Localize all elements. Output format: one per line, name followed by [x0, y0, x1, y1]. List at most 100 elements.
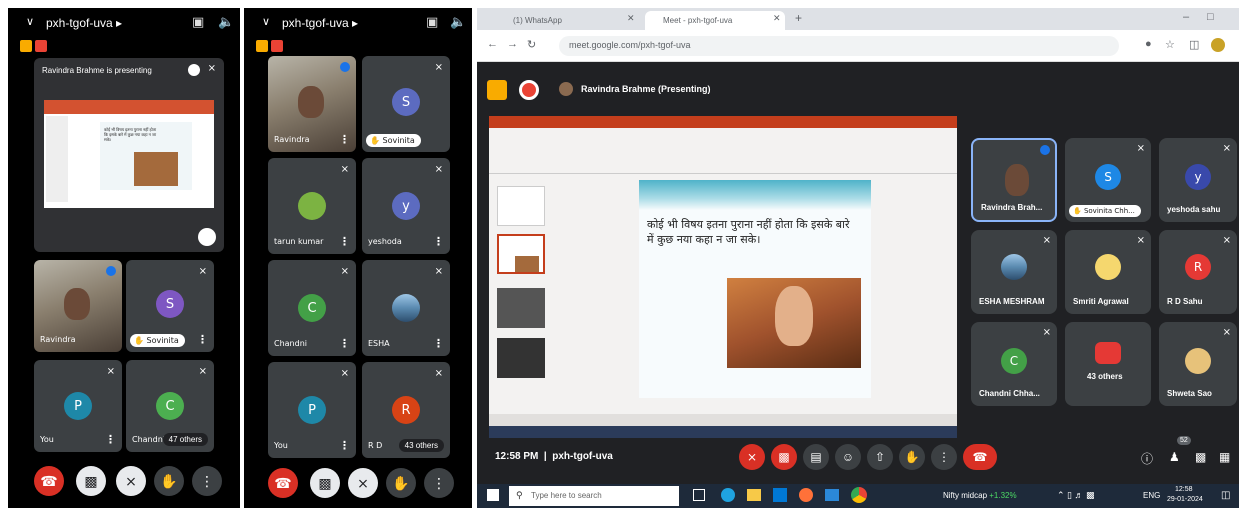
- participant-tile-yeshoda[interactable]: ⨯ y yeshoda sahu: [1159, 138, 1237, 222]
- more-options-icon[interactable]: ⋮: [433, 337, 444, 350]
- reload-icon[interactable]: ↻: [527, 38, 536, 51]
- clock-time[interactable]: 12:58: [1175, 486, 1193, 493]
- explorer-icon[interactable]: [747, 489, 761, 501]
- camera-flip-icon[interactable]: ▣: [426, 14, 438, 30]
- edge-icon[interactable]: [721, 488, 735, 502]
- participant-tile-yeshoda[interactable]: ⨯ y yeshoda ⋮: [362, 158, 450, 254]
- raise-hand-button[interactable]: ✋: [899, 444, 925, 470]
- participant-tile-sovinita[interactable]: ⨯ S ✋ Sovinita Chh...: [1065, 138, 1151, 222]
- thumb-slide[interactable]: [497, 338, 545, 378]
- mic-off-button[interactable]: ⨯: [348, 468, 378, 498]
- mic-off-button[interactable]: ⨯: [116, 466, 146, 496]
- more-options-icon[interactable]: ⋮: [105, 433, 116, 446]
- participant-tile-ravindra[interactable]: Ravindra Brah...: [971, 138, 1057, 222]
- presentation-tile[interactable]: Ravindra Brahme is presenting ⨯ कोई भी व…: [34, 58, 224, 252]
- more-options-button[interactable]: ⋮: [931, 444, 957, 470]
- participant-tile-shweta[interactable]: ⨯ Shweta Sao: [1159, 322, 1237, 406]
- participant-tile-rd-sahu[interactable]: ⨯ R R D Sahu: [1159, 230, 1237, 314]
- clock-date[interactable]: 29-01-2024: [1167, 496, 1203, 503]
- tray-icons[interactable]: ⌃ ▯ ♬ ▩: [1057, 490, 1095, 501]
- end-call-button[interactable]: ☎: [34, 466, 64, 496]
- mic-off-button[interactable]: ⨯: [739, 444, 765, 470]
- camera-flip-icon[interactable]: ▣: [192, 14, 204, 30]
- participant-tile-sovinita[interactable]: ⨯ S ✋ Sovinita: [362, 56, 450, 152]
- meeting-code[interactable]: pxh-tgof-uva ▸: [282, 16, 358, 30]
- mic-permission-icon[interactable]: ●: [1145, 38, 1152, 50]
- sidebar-icon[interactable]: ◫: [1189, 38, 1199, 51]
- camera-off-button[interactable]: ▩: [771, 444, 797, 470]
- chevron-down-icon[interactable]: ∨: [262, 15, 270, 28]
- windows-start-icon[interactable]: [487, 489, 499, 501]
- stock-ticker[interactable]: Nifty midcap +1.32%: [943, 491, 1017, 500]
- more-options-button[interactable]: ⋮: [424, 468, 454, 498]
- camera-off-button[interactable]: ▩: [76, 466, 106, 496]
- more-options-button[interactable]: ⋮: [192, 466, 222, 496]
- record-badge-icon[interactable]: [519, 80, 539, 100]
- participant-tile-esha[interactable]: ⨯ ESHA MESHRAM: [971, 230, 1057, 314]
- captions-button[interactable]: ▤: [803, 444, 829, 470]
- raise-hand-button[interactable]: ✋: [386, 468, 416, 498]
- present-button[interactable]: ⇧: [867, 444, 893, 470]
- others-count[interactable]: 43 others: [398, 439, 444, 452]
- browser-tab-meet[interactable]: Meet - pxh-tgof-uva: [645, 11, 785, 30]
- task-view-icon[interactable]: [693, 489, 705, 501]
- back-icon[interactable]: ←: [487, 38, 498, 50]
- thumb-slide[interactable]: [497, 288, 545, 328]
- participant-tile-esha[interactable]: ⨯ ESHA ⋮: [362, 260, 450, 356]
- notifications-icon[interactable]: ◫: [1221, 490, 1230, 501]
- speaker-icon[interactable]: 🔈: [218, 14, 234, 30]
- browser-tab-whatsapp[interactable]: (1) WhatsApp: [495, 11, 643, 30]
- new-tab-icon[interactable]: +: [795, 11, 802, 25]
- pin-icon[interactable]: [188, 64, 200, 76]
- speaker-icon[interactable]: 🔈: [450, 14, 466, 30]
- participant-tile-rd[interactable]: ⨯ R R D 43 others: [362, 362, 450, 458]
- close-tab-icon[interactable]: ✕: [773, 13, 781, 24]
- firefox-icon[interactable]: [799, 488, 813, 502]
- camera-off-button[interactable]: ▩: [310, 468, 340, 498]
- thumb-slide[interactable]: [497, 234, 545, 274]
- language-indicator[interactable]: ENG: [1143, 491, 1160, 500]
- fullscreen-icon[interactable]: [198, 228, 216, 246]
- close-tab-icon[interactable]: ✕: [627, 13, 635, 24]
- meeting-code[interactable]: pxh-tgof-uva ▸: [46, 16, 122, 30]
- store-icon[interactable]: [773, 488, 787, 502]
- participant-tile-smriti[interactable]: ⨯ Smriti Agrawal: [1065, 230, 1151, 314]
- address-bar[interactable]: meet.google.com/pxh-tgof-uva: [559, 36, 1119, 56]
- raise-hand-button[interactable]: ✋: [154, 466, 184, 496]
- participant-tile-tarun[interactable]: ⨯ tarun kumar ⋮: [268, 158, 356, 254]
- others-tile[interactable]: 43 others: [1065, 322, 1151, 406]
- info-icon[interactable]: ⓘ: [1141, 450, 1153, 467]
- chrome-icon[interactable]: [851, 487, 867, 503]
- activities-icon[interactable]: ▦: [1219, 450, 1230, 464]
- chat-icon[interactable]: ▩: [1195, 450, 1206, 464]
- thumb-slide[interactable]: [497, 186, 545, 226]
- participant-tile-ravindra[interactable]: Ravindra: [34, 260, 122, 352]
- more-options-icon[interactable]: ⋮: [339, 133, 350, 146]
- maximize-icon[interactable]: □: [1207, 11, 1214, 23]
- emoji-button[interactable]: ☺: [835, 444, 861, 470]
- participant-tile-chandni[interactable]: ⨯ C Chandni Chha...: [971, 322, 1057, 406]
- more-options-icon[interactable]: ⋮: [197, 333, 208, 346]
- more-options-icon[interactable]: ⋮: [339, 439, 350, 452]
- mail-icon[interactable]: [825, 489, 839, 501]
- profile-avatar[interactable]: [1211, 38, 1225, 52]
- participant-tile-ravindra[interactable]: Ravindra ⋮: [268, 56, 356, 152]
- more-options-icon[interactable]: ⋮: [339, 235, 350, 248]
- leave-call-button[interactable]: ☎: [963, 444, 997, 470]
- forward-icon[interactable]: →: [507, 38, 518, 50]
- end-call-button[interactable]: ☎: [268, 468, 298, 498]
- participant-tile-sovinita[interactable]: ⨯ S ✋ Sovinita ⋮: [126, 260, 214, 352]
- taskbar-search[interactable]: ⚲ Type here to search: [509, 486, 679, 506]
- more-options-icon[interactable]: ⋮: [339, 337, 350, 350]
- minimize-icon[interactable]: –: [1183, 11, 1189, 23]
- others-count[interactable]: 47 others: [162, 433, 208, 446]
- participant-tile-you[interactable]: ⨯ P You ⋮: [34, 360, 122, 452]
- notes-badge-icon[interactable]: [487, 80, 507, 100]
- participant-tile-you[interactable]: ⨯ P You ⋮: [268, 362, 356, 458]
- more-options-icon[interactable]: ⋮: [433, 235, 444, 248]
- participant-tile-chandni[interactable]: ⨯ C Chandni ⋮: [268, 260, 356, 356]
- participant-tile-chandni[interactable]: ⨯ C Chandni 47 others: [126, 360, 214, 452]
- people-icon[interactable]: ♟: [1169, 450, 1180, 464]
- bookmark-star-icon[interactable]: ☆: [1165, 38, 1175, 51]
- chevron-down-icon[interactable]: ∨: [26, 15, 34, 28]
